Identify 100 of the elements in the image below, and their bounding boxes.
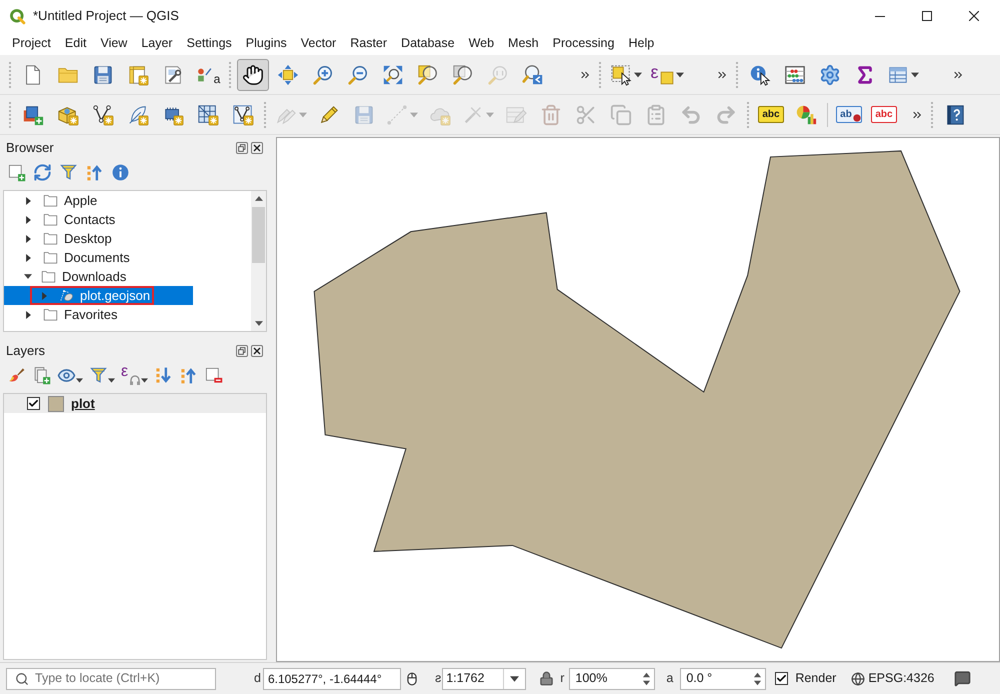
hand-icon bbox=[242, 64, 264, 86]
tree-item[interactable]: Apple bbox=[4, 191, 193, 210]
magnifier-spinbox[interactable]: 100% bbox=[569, 668, 656, 690]
scissors-icon bbox=[575, 104, 597, 126]
properties-button[interactable] bbox=[111, 162, 130, 184]
folder-icon bbox=[42, 193, 59, 208]
square-arrows-icon bbox=[277, 64, 299, 86]
menu-item[interactable]: Edit bbox=[58, 33, 94, 54]
copy-icon bbox=[610, 104, 632, 126]
clipboard-icon bbox=[645, 104, 667, 126]
tree-item[interactable]: Desktop bbox=[4, 229, 193, 248]
refresh-button[interactable] bbox=[33, 162, 52, 184]
vector-layer-icon bbox=[58, 288, 75, 303]
double-chevron-icon bbox=[912, 110, 922, 120]
float-button[interactable] bbox=[236, 344, 248, 356]
menu-item[interactable]: Database bbox=[394, 33, 462, 54]
undo-icon bbox=[680, 104, 702, 126]
paintbrush-icon bbox=[7, 366, 26, 384]
menu-item[interactable]: Raster bbox=[343, 33, 394, 54]
select-cursor-icon bbox=[610, 64, 632, 86]
maximize-icon bbox=[922, 11, 932, 21]
menu-item[interactable]: Plugins bbox=[238, 33, 294, 54]
scale-lock-button[interactable] bbox=[539, 671, 554, 686]
tree-item[interactable]: Favorites bbox=[4, 305, 193, 324]
legend-entry[interactable]: plot bbox=[4, 394, 266, 413]
spinbox-value-field[interactable]: 100% bbox=[570, 669, 642, 688]
zoom-selection-icon bbox=[417, 64, 439, 86]
render-label[interactable]: Render bbox=[795, 669, 836, 688]
trash-icon bbox=[540, 104, 562, 126]
folder-icon bbox=[42, 231, 59, 246]
double-chevron-icon bbox=[717, 70, 727, 80]
messages-button[interactable] bbox=[954, 670, 972, 687]
menu-item[interactable]: Mesh bbox=[501, 33, 546, 54]
globe-icon bbox=[851, 672, 866, 686]
menu-item[interactable]: Processing bbox=[546, 33, 622, 54]
headphones-icon bbox=[129, 374, 142, 386]
menu-item[interactable]: Project bbox=[5, 33, 58, 54]
crs-button[interactable]: EPSG:4326 bbox=[851, 669, 934, 688]
caret-icon bbox=[510, 676, 520, 682]
rotation-label: a bbox=[666, 670, 674, 688]
tree-item[interactable]: Contacts bbox=[4, 210, 193, 229]
window-title: *Untitled Project — QGIS bbox=[33, 7, 179, 26]
pages-plus-icon bbox=[32, 366, 51, 384]
selectexpression-button[interactable]: ε bbox=[648, 58, 686, 90]
scale-combobox[interactable]: 1:1762 bbox=[442, 668, 526, 690]
expand-arrow-icon bbox=[154, 366, 174, 384]
label-button[interactable]: abc bbox=[758, 106, 784, 123]
search-icon bbox=[15, 672, 29, 686]
styles-button[interactable]: a bbox=[192, 58, 224, 90]
scale-label: ƨ bbox=[434, 670, 442, 688]
pin-icon bbox=[852, 114, 861, 122]
square-minus-icon bbox=[204, 366, 224, 384]
zoom-last-icon bbox=[522, 64, 544, 86]
menu-item[interactable]: Layer bbox=[134, 33, 180, 54]
zoom-layer-icon bbox=[452, 64, 474, 86]
mouse-position-button[interactable] bbox=[404, 670, 419, 686]
zoom-full-icon bbox=[382, 64, 404, 86]
feather-icon bbox=[127, 104, 149, 126]
panel-title: Browser bbox=[6, 138, 54, 157]
spinbox-value-field[interactable]: 0.0 ° bbox=[681, 669, 754, 688]
layers-plus-icon bbox=[22, 104, 44, 126]
pencil-icon bbox=[318, 104, 340, 126]
filterexpression-button[interactable]: ε bbox=[121, 364, 148, 386]
gear-icon bbox=[819, 64, 841, 86]
tree-item[interactable]: Documents bbox=[4, 248, 193, 267]
coordinate-label: d bbox=[254, 670, 261, 688]
close-button[interactable] bbox=[251, 142, 263, 154]
float-button[interactable] bbox=[236, 142, 248, 154]
tree-item[interactable]: Downloads bbox=[4, 267, 193, 286]
hidelabel-button[interactable]: abc bbox=[871, 106, 897, 123]
magnifier-label: r bbox=[560, 670, 564, 688]
menu-item[interactable]: Help bbox=[621, 33, 662, 54]
addgroup-button[interactable] bbox=[32, 364, 51, 386]
menu-item[interactable]: Vector bbox=[294, 33, 344, 54]
lock-icon bbox=[539, 671, 554, 686]
locator-field[interactable]: Type to locate (Ctrl+K) bbox=[6, 668, 216, 690]
scrollbar-thumb[interactable] bbox=[252, 207, 265, 263]
menu-item[interactable]: Settings bbox=[180, 33, 239, 54]
mesh-grid-icon bbox=[197, 104, 219, 126]
coordinate-field[interactable]: 6.105277°, -1.64444° bbox=[262, 668, 401, 690]
spin-arrows-icon bbox=[753, 670, 762, 686]
menu-item[interactable]: Web bbox=[462, 33, 502, 54]
close-icon bbox=[253, 346, 261, 354]
menu-item[interactable]: View bbox=[93, 33, 134, 54]
close-button[interactable] bbox=[251, 344, 263, 356]
collapse-arrow-icon bbox=[85, 163, 104, 182]
mouse-icon bbox=[404, 670, 419, 686]
pan-button[interactable] bbox=[237, 58, 269, 90]
rotation-spinbox[interactable]: 0.0 ° bbox=[680, 668, 766, 690]
pinlabel-button[interactable]: ab bbox=[836, 106, 862, 123]
close-icon bbox=[253, 144, 261, 152]
render-checkbox[interactable] bbox=[775, 672, 788, 685]
tree-item[interactable]: plot.geojson bbox=[4, 286, 193, 305]
float-icon bbox=[238, 346, 246, 354]
folder-icon bbox=[40, 269, 57, 284]
scrollbar[interactable] bbox=[251, 191, 266, 331]
scale-value-field[interactable]: 1:1762 bbox=[443, 669, 504, 688]
visibility-checkbox[interactable] bbox=[27, 397, 40, 410]
collapse-arrow-icon bbox=[179, 366, 198, 384]
scroll-up-icon bbox=[254, 196, 262, 201]
